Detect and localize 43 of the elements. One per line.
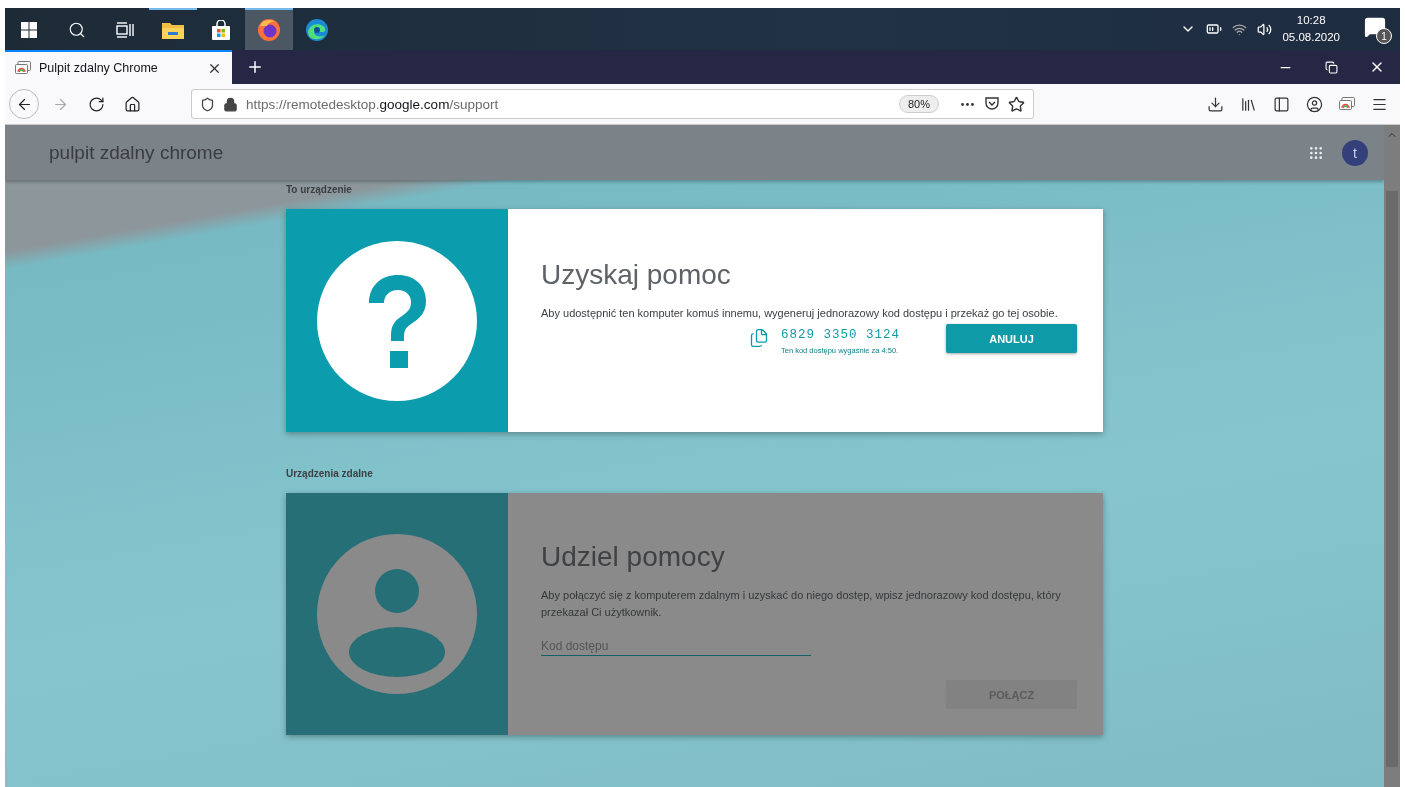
clock[interactable]: 10:28 05.08.2020 bbox=[1282, 12, 1340, 46]
search-icon bbox=[68, 21, 86, 39]
section-label: Urządzenia zdalne bbox=[286, 468, 374, 479]
lock-icon[interactable] bbox=[223, 96, 238, 112]
remote-desktop-icon bbox=[1339, 97, 1355, 111]
remote-desktop-icon bbox=[15, 61, 31, 75]
wifi-icon[interactable] bbox=[1232, 21, 1248, 37]
notification-badge: 1 bbox=[1376, 28, 1392, 44]
windows-logo-icon bbox=[21, 22, 37, 38]
battery-icon[interactable] bbox=[1206, 21, 1223, 37]
restore-icon[interactable] bbox=[1324, 60, 1338, 74]
star-icon[interactable] bbox=[1008, 95, 1025, 113]
download-icon[interactable] bbox=[1207, 95, 1224, 113]
access-code: 6829 3350 3124 bbox=[781, 328, 901, 342]
new-tab-icon[interactable] bbox=[246, 58, 264, 76]
card-description: Aby udostępnić ten komputer komuś innemu, wygeneruj jednorazowy kod dostępu i przekaż go tej osobie. bbox=[541, 306, 1059, 321]
wave-globe-icon bbox=[305, 18, 329, 42]
address-bar[interactable]: https://remotedesktop.google.com/support 80% bbox=[191, 89, 1034, 119]
account-icon[interactable] bbox=[1306, 95, 1323, 113]
card-title: Uzyskaj pomoc bbox=[541, 259, 732, 291]
browser-tab[interactable]: Pulpit zdalny Chrome bbox=[5, 50, 232, 84]
section-label: To urządzenie bbox=[286, 184, 353, 195]
avatar-button[interactable]: t bbox=[1342, 139, 1368, 166]
app-title: pulpit zdalny chrome bbox=[49, 141, 224, 164]
speaker-icon[interactable] bbox=[1257, 21, 1273, 37]
fox-globe-icon bbox=[257, 18, 281, 42]
notification-icon[interactable] bbox=[1364, 16, 1386, 38]
question-mark-icon bbox=[317, 240, 477, 401]
person-icon bbox=[317, 534, 477, 694]
library-icon[interactable] bbox=[1240, 95, 1257, 113]
shield-icon[interactable] bbox=[200, 96, 215, 112]
card-title: Udziel pomocy bbox=[541, 541, 726, 573]
zoom-indicator[interactable]: 80% bbox=[898, 95, 939, 113]
folder-icon bbox=[162, 21, 184, 39]
scrollbar[interactable] bbox=[1384, 125, 1400, 787]
apps-grid-icon[interactable] bbox=[1308, 144, 1324, 161]
task-view-icon bbox=[116, 22, 134, 38]
home-icon[interactable] bbox=[123, 95, 141, 113]
sidebar-icon[interactable] bbox=[1273, 95, 1290, 113]
copy-icon[interactable] bbox=[749, 328, 769, 348]
pocket-icon[interactable] bbox=[984, 96, 1000, 112]
reload-icon[interactable] bbox=[87, 95, 105, 113]
shopping-bag-icon bbox=[211, 20, 231, 40]
